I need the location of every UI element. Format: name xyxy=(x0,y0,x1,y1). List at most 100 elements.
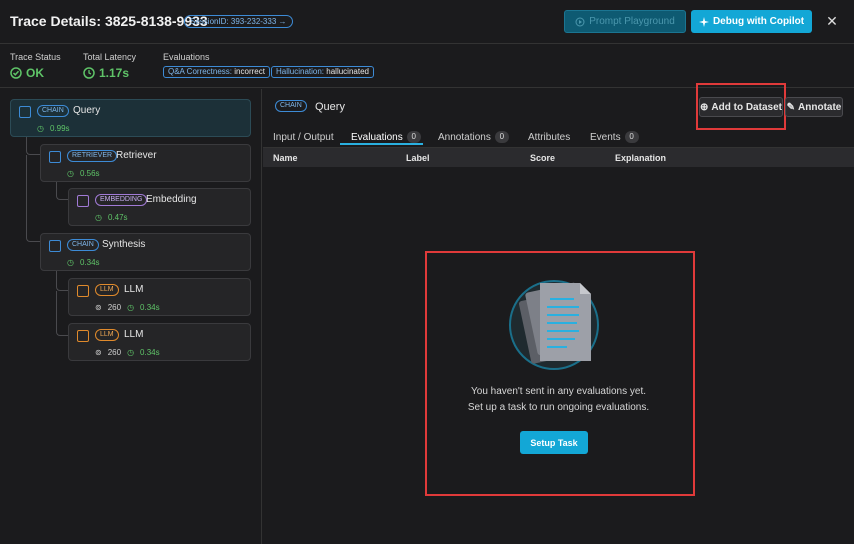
tab-count: 0 xyxy=(494,131,509,143)
tree-node-synthesis[interactable]: CHAIN Synthesis ◷ 0.34s xyxy=(40,233,251,271)
highlight-box xyxy=(696,83,786,130)
trace-status-value: OK xyxy=(10,66,44,80)
clock-icon: ◷ xyxy=(127,348,135,357)
pencil-icon: ✎ xyxy=(786,101,796,113)
total-latency-text: 1.17s xyxy=(99,66,130,80)
span-name: LLM xyxy=(124,329,144,340)
span-kind-badge: CHAIN xyxy=(275,100,307,112)
tab-label: Attributes xyxy=(528,131,571,143)
prompt-playground-label: Prompt Playground xyxy=(589,16,675,27)
chain-icon xyxy=(19,106,31,118)
token-count: 260 xyxy=(107,348,122,357)
tree-connector xyxy=(56,291,68,336)
token-icon: ⊚ xyxy=(95,303,102,312)
column-header-explanation[interactable]: Explanation xyxy=(615,153,666,163)
highlight-box xyxy=(425,251,695,496)
span-name: Query xyxy=(73,105,101,116)
tab-label: Evaluations xyxy=(351,131,403,143)
column-header-label[interactable]: Label xyxy=(406,153,430,163)
eval-chip-key: Q&A Correctness: xyxy=(168,67,233,76)
chain-icon xyxy=(49,240,61,252)
span-latency-text: 0.34s xyxy=(140,303,160,312)
tab-events[interactable]: Events 0 xyxy=(590,128,639,146)
tree-node-llm[interactable]: LLM LLM ⊚ 260 ◷ 0.34s xyxy=(68,323,251,361)
eval-chip-hallucination[interactable]: Hallucination: hallucinated xyxy=(271,66,374,78)
column-header-name[interactable]: Name xyxy=(273,153,298,163)
span-latency: ◷ 0.47s xyxy=(95,213,128,222)
span-name: Synthesis xyxy=(102,239,146,250)
play-circle-icon xyxy=(575,17,585,26)
llm-icon xyxy=(77,285,89,297)
annotate-label: Annotate xyxy=(798,101,842,113)
span-kind-badge: CHAIN xyxy=(37,105,69,117)
span-kind-badge: CHAIN xyxy=(67,239,99,251)
tab-annotations[interactable]: Annotations 0 xyxy=(438,128,509,146)
evaluations-table-header: Name Label Score Explanation xyxy=(263,147,854,167)
tree-connector xyxy=(26,155,40,242)
span-detail-panel: CHAIN Query ⊕ Add to Dataset ✎ Annotate … xyxy=(263,83,854,544)
session-id-badge[interactable]: SessionID: 393-232-333 → xyxy=(184,15,293,28)
tab-label: Annotations xyxy=(438,131,491,143)
tree-node-llm[interactable]: LLM LLM ⊚ 260 ◷ 0.34s xyxy=(68,278,251,316)
tree-node-retriever[interactable]: RETRIEVER Retriever ◷ 0.56s xyxy=(40,144,251,182)
trace-status-bar: Trace Status OK Total Latency 1.17s Eval… xyxy=(0,44,854,88)
span-name: LLM xyxy=(124,284,144,295)
total-latency-value: 1.17s xyxy=(83,66,129,80)
span-latency-text: 0.34s xyxy=(140,348,160,357)
trace-status-label: Trace Status xyxy=(10,52,61,62)
token-icon: ⊚ xyxy=(95,348,102,357)
span-kind-badge: EMBEDDING xyxy=(95,194,148,206)
span-latency: ◷ 0.99s xyxy=(37,124,70,133)
tab-label: Input / Output xyxy=(273,131,334,143)
retriever-icon xyxy=(49,151,61,163)
span-latency-text: 0.56s xyxy=(79,169,100,178)
tab-attributes[interactable]: Attributes xyxy=(528,128,570,146)
tab-count: 0 xyxy=(406,131,421,143)
span-latency-text: 0.34s xyxy=(79,258,100,267)
total-latency-label: Total Latency xyxy=(83,52,137,62)
span-kind-badge: LLM xyxy=(95,284,119,296)
span-latency-text: 0.99s xyxy=(49,124,70,133)
debug-with-copilot-button[interactable]: Debug with Copilot xyxy=(691,10,812,33)
tab-count: 0 xyxy=(624,131,639,143)
debug-with-copilot-label: Debug with Copilot xyxy=(712,16,805,27)
tree-node-query[interactable]: CHAIN Query ◷ 0.99s xyxy=(10,99,251,137)
eval-chip-qa-correctness[interactable]: Q&A Correctness: incorrect xyxy=(163,66,270,78)
embedding-icon xyxy=(77,195,89,207)
clock-icon xyxy=(83,67,95,79)
eval-chip-value: hallucinated xyxy=(326,67,369,76)
clock-icon: ◷ xyxy=(67,169,74,178)
tab-label: Events xyxy=(590,131,621,143)
tab-input-output[interactable]: Input / Output xyxy=(273,128,334,146)
span-kind-badge: RETRIEVER xyxy=(67,150,118,162)
clock-icon: ◷ xyxy=(67,258,74,267)
sparkle-icon xyxy=(698,16,709,27)
column-header-score[interactable]: Score xyxy=(530,153,555,163)
llm-icon xyxy=(77,330,89,342)
span-latency: ◷ 0.34s xyxy=(67,258,100,267)
span-title: Query xyxy=(315,101,345,113)
span-name: Retriever xyxy=(116,150,157,161)
span-latency-text: 0.47s xyxy=(107,213,128,222)
span-tree: CHAIN Query ◷ 0.99s RETRIEVER Retriever ◷… xyxy=(0,89,262,544)
clock-icon: ◷ xyxy=(37,124,44,133)
header-bar: Trace Details: 3825-8138-9933 SessionID:… xyxy=(0,0,854,44)
eval-chip-value: incorrect xyxy=(234,67,265,76)
active-tab-indicator xyxy=(340,143,423,145)
span-kind-badge: LLM xyxy=(95,329,119,341)
annotate-button[interactable]: ✎ Annotate xyxy=(785,97,843,117)
clock-icon: ◷ xyxy=(95,213,102,222)
trace-status-text: OK xyxy=(26,66,44,80)
span-metrics: ⊚ 260 ◷ 0.34s xyxy=(95,303,160,312)
check-circle-icon xyxy=(10,67,22,79)
page-title: Trace Details: 3825-8138-9933 xyxy=(10,13,208,29)
span-latency: ◷ 0.56s xyxy=(67,169,100,178)
clock-icon: ◷ xyxy=(127,303,135,312)
tree-node-embedding[interactable]: EMBEDDING Embedding ◷ 0.47s xyxy=(68,188,251,226)
close-icon[interactable]: ✕ xyxy=(824,12,840,30)
prompt-playground-button[interactable]: Prompt Playground xyxy=(564,10,686,33)
evaluations-label: Evaluations xyxy=(163,52,210,62)
span-metrics: ⊚ 260 ◷ 0.34s xyxy=(95,348,160,357)
token-count: 260 xyxy=(107,303,122,312)
eval-chip-key: Hallucination: xyxy=(276,67,325,76)
